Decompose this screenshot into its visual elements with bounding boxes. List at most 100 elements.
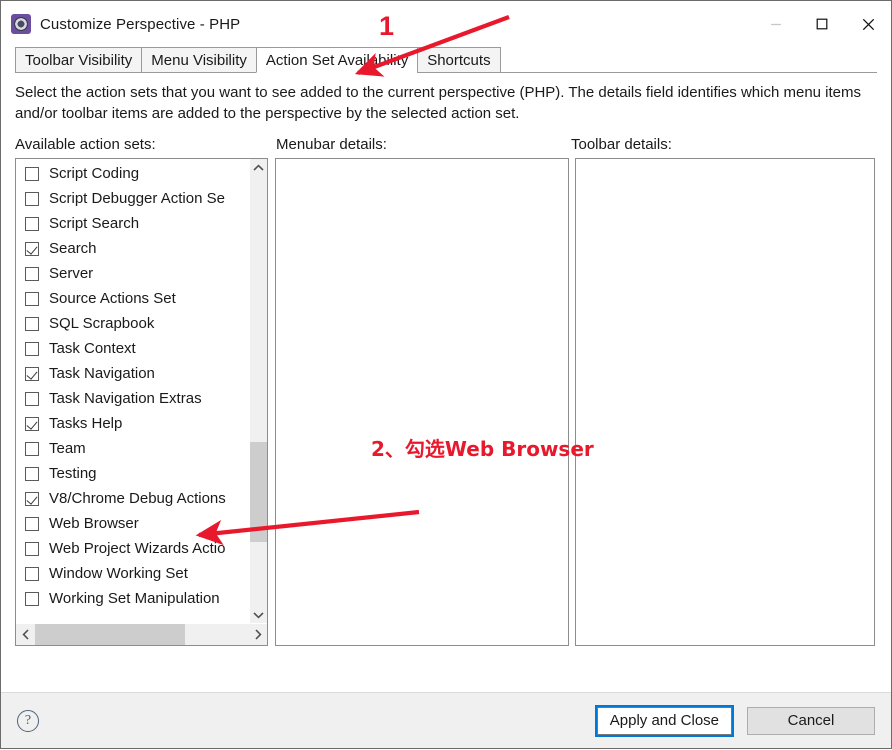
action-set-label: Tasks Help (49, 415, 123, 432)
window-title: Customize Perspective - PHP (40, 15, 241, 33)
action-set-checkbox[interactable] (25, 316, 39, 331)
action-set-checkbox[interactable] (25, 216, 39, 231)
action-set-row[interactable]: Script Coding (16, 161, 249, 186)
horizontal-scroll-thumb[interactable] (35, 624, 185, 645)
chevron-left-icon (21, 629, 29, 640)
action-set-row[interactable]: V8/Chrome Debug Actions (16, 486, 249, 511)
vertical-scroll-thumb[interactable] (250, 442, 267, 542)
action-set-checkbox[interactable] (25, 541, 39, 556)
action-set-row[interactable]: Task Navigation (16, 361, 249, 386)
action-set-checkbox[interactable] (25, 491, 39, 506)
action-set-row[interactable]: Working Set Manipulation (16, 586, 249, 611)
chevron-down-icon (253, 611, 264, 619)
scroll-up-button[interactable] (250, 159, 267, 176)
action-set-checkbox[interactable] (25, 266, 39, 281)
tab-toolbar-visibility[interactable]: Toolbar Visibility (15, 47, 143, 73)
action-set-row[interactable]: Script Search (16, 211, 249, 236)
action-set-label: Window Working Set (49, 565, 188, 582)
column-headers: Available action sets: Menubar details: … (15, 136, 877, 153)
minimize-icon (771, 23, 781, 26)
action-set-row[interactable]: Script Debugger Action Se (16, 186, 249, 211)
action-set-row[interactable]: Team (16, 436, 249, 461)
list-vertical-scrollbar[interactable] (249, 159, 267, 623)
action-set-checkbox[interactable] (25, 291, 39, 306)
cancel-button[interactable]: Cancel (747, 706, 875, 735)
close-icon (862, 18, 874, 30)
apply-and-close-button[interactable]: Apply and Close (594, 704, 735, 737)
action-set-checkbox[interactable] (25, 366, 39, 381)
action-set-label: Source Actions Set (49, 290, 176, 307)
chevron-right-icon (254, 629, 262, 640)
description-text: Select the action sets that you want to … (15, 84, 862, 122)
window-controls (753, 1, 891, 47)
action-set-label: Working Set Manipulation (49, 590, 220, 607)
menubar-details-pane[interactable] (275, 158, 569, 646)
action-set-row[interactable]: Task Navigation Extras (16, 386, 249, 411)
action-set-label: Server (49, 265, 94, 282)
tab-shortcuts[interactable]: Shortcuts (417, 47, 501, 73)
customize-perspective-dialog: Customize Perspective - PHP Toolbar Visi… (0, 0, 892, 749)
action-set-row[interactable]: Task Context (16, 336, 249, 361)
action-set-checkbox[interactable] (25, 516, 39, 531)
action-set-row[interactable]: Testing (16, 461, 249, 486)
action-set-label: Search (49, 240, 97, 257)
dialog-footer: ? Apply and Close Cancel (1, 692, 891, 748)
scroll-down-button[interactable] (250, 606, 267, 623)
action-set-checkbox[interactable] (25, 416, 39, 431)
tab-label: Menu Visibility (151, 51, 247, 69)
action-set-label: Task Context (49, 340, 136, 357)
horizontal-scroll-track[interactable] (35, 624, 248, 645)
action-set-checkbox[interactable] (25, 341, 39, 356)
action-set-checkbox[interactable] (25, 391, 39, 406)
action-set-label: Team (49, 440, 86, 457)
action-set-row[interactable]: SQL Scrapbook (16, 311, 249, 336)
action-set-checkbox[interactable] (25, 466, 39, 481)
action-set-checkbox[interactable] (25, 566, 39, 581)
action-set-label: SQL Scrapbook (49, 315, 155, 332)
tab-action-set-availability[interactable]: Action Set Availability (255, 47, 419, 73)
panes-row: Script Coding Script Debugger Action Se Sc… (15, 158, 877, 646)
action-set-row[interactable]: Web Project Wizards Actio (16, 536, 249, 561)
action-set-row[interactable]: Web Browser (16, 511, 249, 536)
tab-bar: Toolbar Visibility Menu Visibility Actio… (1, 47, 891, 73)
close-button[interactable] (845, 1, 891, 47)
tab-label: Toolbar Visibility (25, 51, 133, 69)
action-set-label: Web Browser (49, 515, 139, 532)
action-set-label: Script Debugger Action Se (49, 190, 225, 207)
action-set-row[interactable]: Window Working Set (16, 561, 249, 586)
action-set-checkbox[interactable] (25, 441, 39, 456)
action-set-checkbox[interactable] (25, 241, 39, 256)
action-set-label: Script Search (49, 215, 140, 232)
action-set-label: V8/Chrome Debug Actions (49, 490, 226, 507)
vertical-scroll-track[interactable] (250, 176, 267, 606)
maximize-button[interactable] (799, 1, 845, 47)
tab-label: Action Set Availability (265, 51, 409, 69)
action-set-checkbox[interactable] (25, 166, 39, 181)
footer-buttons: Apply and Close Cancel (594, 704, 875, 737)
action-set-row[interactable]: Tasks Help (16, 411, 249, 436)
list-horizontal-scrollbar[interactable] (16, 623, 267, 645)
label-menubar-details: Menubar details: (276, 136, 387, 153)
help-icon[interactable]: ? (17, 709, 39, 732)
title-bar: Customize Perspective - PHP (1, 1, 891, 47)
scroll-right-button[interactable] (248, 624, 267, 645)
eclipse-perspective-icon (11, 14, 31, 34)
action-set-rows: Script Coding Script Debugger Action Se Sc… (16, 159, 249, 623)
action-set-label: Script Coding (49, 165, 140, 182)
available-action-sets-list[interactable]: Script Coding Script Debugger Action Se Sc… (15, 158, 268, 646)
action-set-checkbox[interactable] (25, 191, 39, 206)
tab-menu-visibility[interactable]: Menu Visibility (141, 47, 257, 73)
maximize-icon (816, 18, 828, 30)
action-set-row[interactable]: Source Actions Set (16, 286, 249, 311)
action-set-label: Task Navigation Extras (49, 390, 202, 407)
toolbar-details-pane[interactable] (575, 158, 875, 646)
scroll-left-button[interactable] (16, 624, 35, 645)
action-set-row[interactable]: Search (16, 236, 249, 261)
action-set-checkbox[interactable] (25, 591, 39, 606)
label-available-action-sets: Available action sets: (15, 136, 156, 153)
action-set-label: Testing (49, 465, 97, 482)
label-toolbar-details: Toolbar details: (571, 136, 672, 153)
chevron-up-icon (253, 163, 264, 171)
minimize-button[interactable] (753, 1, 799, 47)
action-set-row[interactable]: Server (16, 261, 249, 286)
